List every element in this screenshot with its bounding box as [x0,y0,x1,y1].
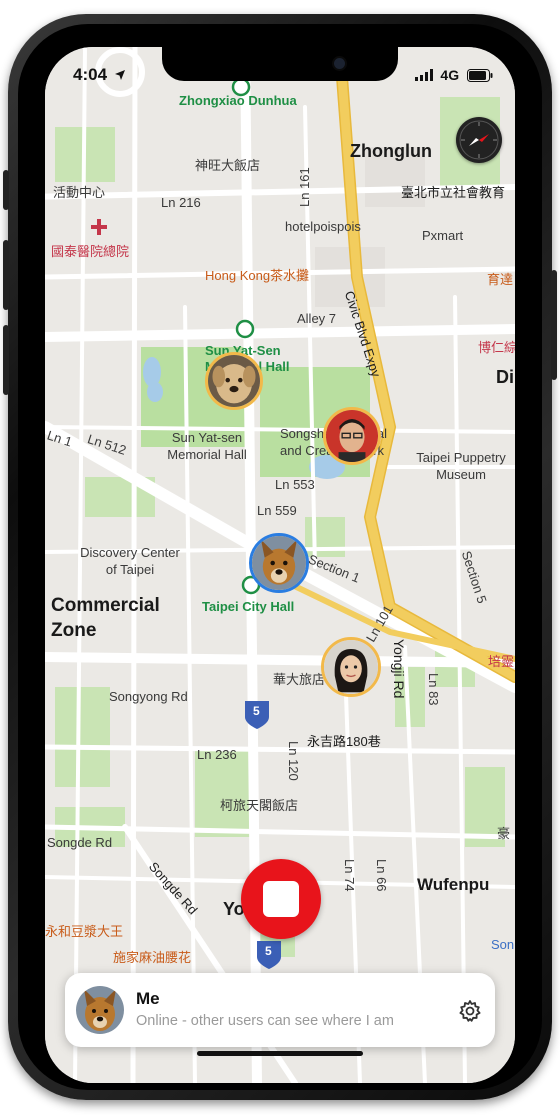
map-label: Wufenpu [417,875,490,894]
mute-switch [3,170,9,210]
map-label: Sun Yat-sen Memorial Hall [167,430,247,462]
map-label: Ln 74 [342,859,357,892]
status-time: 4:04 [73,65,126,85]
map-label: Yongji Rd [391,639,407,699]
map-label: Ln 120 [286,741,301,781]
network-type: 4G [440,67,460,83]
map-label: Songyong Rd [109,689,188,704]
map-label: Hong Kong茶水攤 [205,268,310,283]
volume-up-button [3,240,9,310]
map-label: Son [491,937,515,952]
status-bar-right: 4G [414,67,493,83]
map-label: Ln 553 [275,477,315,492]
map-label: Discovery Center of Taipei [80,545,180,577]
map-label: 培靈 [488,654,515,669]
map-label: Songde Rd [47,835,113,850]
map-label: Di [496,367,514,387]
map-label: Taipei City Hall [202,599,295,614]
map-label: Ln 161 [297,167,312,207]
map-label: 活動中心 [53,185,106,200]
compass-icon[interactable] [456,117,502,163]
map-label: Alley 7 [297,311,337,326]
user-avatar-pin-me[interactable] [249,533,309,593]
status-time-text: 4:04 [73,65,108,84]
user-avatar-pin-dog[interactable] [205,352,263,410]
stop-sharing-button[interactable] [241,859,321,939]
gear-icon[interactable] [458,999,482,1023]
map-label: Taipei Puppetry Museum [416,450,506,482]
map-label: hotelpoispois [285,219,361,234]
map-label: Commercial Zone [51,595,160,641]
route-shield-label: 5 [265,944,272,958]
map-label: 施家麻油腰花 [113,950,192,965]
map-label: 國泰醫院總院 [51,244,130,259]
map-label: Ln 66 [374,859,389,892]
map-label: 臺北市立社會教育 [401,185,506,200]
map-label: Ln 236 [197,747,237,762]
screen: 5 5 Zhongxiao Dunhua Zhonglun 神旺大飯店 Ln 1… [45,47,515,1083]
volume-down-button [3,325,9,395]
stop-icon [263,881,299,917]
power-button [551,270,557,380]
map-label: 華大旅店 [273,672,326,687]
notch [162,47,398,81]
user-avatar-pin-man[interactable] [323,407,381,465]
map-label: 神旺大飯店 [195,158,261,173]
route-shield-label: 5 [253,704,260,718]
map-label: 豪 [497,826,511,841]
map-label: Ln 216 [161,195,201,210]
home-indicator[interactable] [197,1051,363,1056]
me-status-card[interactable]: Me Online - other users can see where I … [65,973,495,1047]
user-avatar-pin-woman[interactable] [321,637,381,697]
map-label: 博仁綜 [478,340,515,355]
map-label: 永吉路180巷 [307,734,381,749]
map-label: Zhonglun [350,141,432,161]
map-label: Zhongxiao Dunhua [179,93,297,108]
me-name: Me [136,989,160,1008]
front-camera [332,56,347,71]
cellular-signal-icon [414,69,433,81]
me-avatar [76,986,124,1034]
map-label: 柯旅天閣飯店 [220,798,299,813]
map-label: 永和豆漿大王 [45,924,124,939]
map-label: Ln 83 [426,673,441,706]
battery-icon [467,69,493,82]
map-label: Ln 559 [257,503,297,518]
location-arrow-icon [114,70,125,80]
me-status-text: Online - other users can see where I am [136,1013,394,1029]
map-label: Pxmart [422,228,464,243]
map-label: 育達 [487,272,514,287]
